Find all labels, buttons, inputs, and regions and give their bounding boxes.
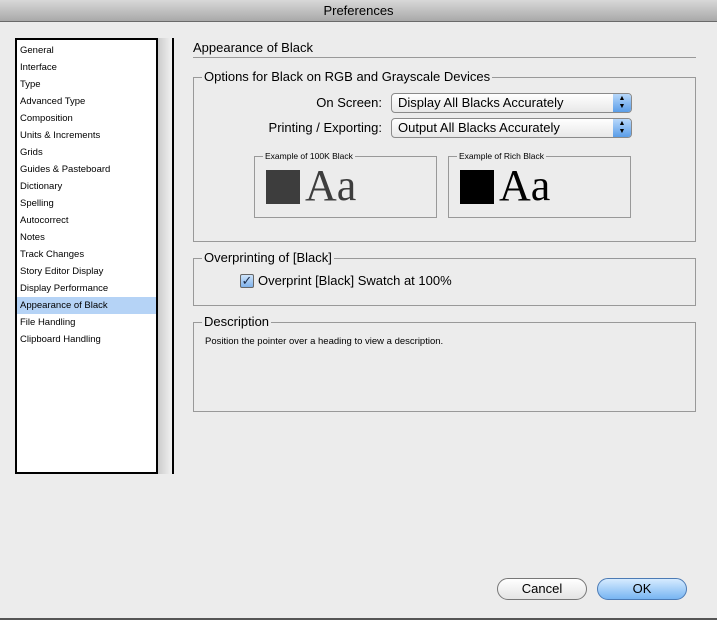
example-100k-black: Example of 100K Black Aa (254, 151, 437, 218)
sidebar-item[interactable]: Grids (17, 144, 156, 161)
sidebar-item[interactable]: Display Performance (17, 280, 156, 297)
printing-value: Output All Blacks Accurately (398, 120, 560, 135)
sidebar-item[interactable]: Spelling (17, 195, 156, 212)
overprint-checkbox-label[interactable]: Overprint [Black] Swatch at 100% (258, 273, 452, 288)
printing-label: Printing / Exporting: (268, 120, 382, 135)
updown-arrows-icon: ▲ ▼ (613, 119, 631, 137)
description-text: Position the pointer over a heading to v… (205, 336, 444, 347)
sidebar-item[interactable]: File Handling (17, 314, 156, 331)
sidebar-item[interactable]: General (17, 42, 156, 59)
on-screen-select[interactable]: Display All Blacks Accurately ▲ ▼ (391, 93, 632, 113)
options-group: Options for Black on RGB and Grayscale D… (193, 69, 696, 242)
list-scroll-area (158, 38, 173, 474)
example-text: Aa (499, 161, 551, 210)
sidebar-item[interactable]: Track Changes (17, 246, 156, 263)
sidebar-item[interactable]: Composition (17, 110, 156, 127)
on-screen-label: On Screen: (316, 95, 382, 110)
sidebar-item[interactable]: Guides & Pasteboard (17, 161, 156, 178)
sidebar-item[interactable]: Advanced Type (17, 93, 156, 110)
sidebar-item[interactable]: Story Editor Display (17, 263, 156, 280)
example-rich-black: Example of Rich Black Aa (448, 151, 631, 218)
overprint-checkbox[interactable]: ✓ (240, 274, 254, 288)
sidebar-item[interactable]: Type (17, 76, 156, 93)
description-group-title: Description (202, 314, 272, 330)
sidebar-item[interactable]: Interface (17, 59, 156, 76)
page-title: Appearance of Black (193, 40, 313, 55)
sidebar-item[interactable]: Autocorrect (17, 212, 156, 229)
updown-arrows-icon: ▲ ▼ (613, 94, 631, 112)
example-text: Aa (305, 161, 357, 210)
sidebar-item[interactable]: Notes (17, 229, 156, 246)
divider (193, 57, 696, 58)
preferences-category-list[interactable]: General Interface Type Advanced Type Composi… (15, 38, 158, 474)
overprinting-group-title: Overprinting of [Black] (202, 250, 334, 266)
sidebar-item[interactable]: Clipboard Handling (17, 331, 156, 348)
sidebar-item[interactable]: Units & Increments (17, 127, 156, 144)
overprinting-group: Overprinting of [Black] ✓ Overprint [Bla… (193, 250, 696, 306)
cancel-button[interactable]: Cancel (497, 578, 587, 600)
printing-select[interactable]: Output All Blacks Accurately ▲ ▼ (391, 118, 632, 138)
divider (172, 38, 174, 474)
ok-button[interactable]: OK (597, 578, 687, 600)
description-group: Description Position the pointer over a … (193, 314, 696, 412)
options-group-title: Options for Black on RGB and Grayscale D… (202, 69, 493, 85)
black-swatch (266, 170, 300, 204)
black-swatch (460, 170, 494, 204)
sidebar-item[interactable]: Dictionary (17, 178, 156, 195)
sidebar-item[interactable]: Appearance of Black (17, 297, 156, 314)
window-titlebar: Preferences (0, 0, 717, 22)
on-screen-value: Display All Blacks Accurately (398, 95, 564, 110)
